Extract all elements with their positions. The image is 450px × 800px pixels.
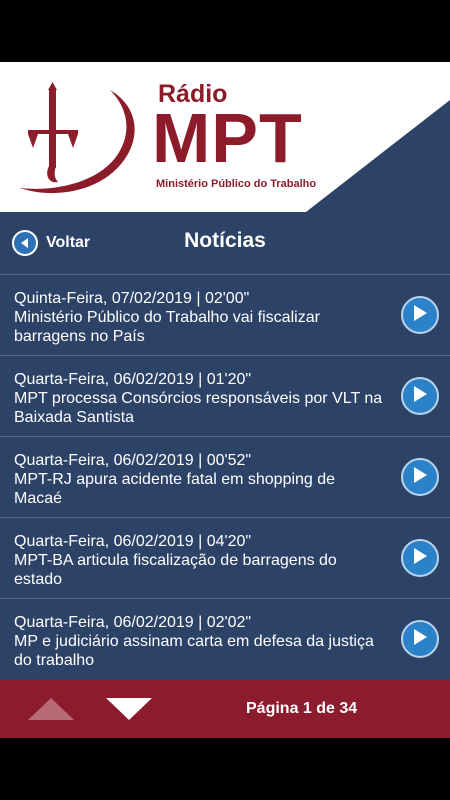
play-button[interactable] xyxy=(401,458,439,496)
news-date: Quarta-Feira, 06/02/2019 | 02'02" xyxy=(14,614,252,631)
page-indicator: Página 1 de 34 xyxy=(246,700,358,717)
news-title: MPT-RJ apura acidente fatal em shopping … xyxy=(14,471,336,507)
news-item[interactable]: Quinta-Feira, 07/02/2019 | 02'00" Minist… xyxy=(0,274,450,355)
news-text: Quarta-Feira, 06/02/2019 | 02'02" MP e j… xyxy=(14,613,384,670)
play-icon xyxy=(412,385,428,408)
play-button[interactable] xyxy=(401,620,439,658)
page-up-icon xyxy=(26,698,76,726)
news-title: MPT-BA articula fiscalização de barragen… xyxy=(14,552,337,588)
news-title: MPT processa Consórcios responsáveis por… xyxy=(14,390,383,426)
news-item[interactable]: Quarta-Feira, 06/02/2019 | 04'20" MPT-BA… xyxy=(0,517,450,598)
mpt-emblem-logo xyxy=(20,82,135,194)
brand-subtitle: Ministério Público do Trabalho xyxy=(156,178,317,190)
news-title: MP e judiciário assinam carta em defesa … xyxy=(14,633,374,669)
play-icon xyxy=(412,547,428,570)
play-icon xyxy=(412,466,428,489)
news-date: Quarta-Feira, 06/02/2019 | 00'52" xyxy=(14,452,252,469)
play-icon xyxy=(412,304,428,327)
page-down-icon xyxy=(104,698,154,726)
play-button[interactable] xyxy=(401,296,439,334)
news-text: Quinta-Feira, 07/02/2019 | 02'00" Minist… xyxy=(14,289,384,346)
news-item[interactable]: Quarta-Feira, 06/02/2019 | 00'52" MPT-RJ… xyxy=(0,436,450,517)
play-icon xyxy=(412,628,428,651)
page-down-button[interactable] xyxy=(104,696,154,727)
brand-mpt-wordmark: MPT xyxy=(152,99,303,177)
play-button[interactable] xyxy=(401,377,439,415)
news-item[interactable]: Quarta-Feira, 06/02/2019 | 01'20" MPT pr… xyxy=(0,355,450,436)
pagination-bar: Página 1 de 34 xyxy=(0,680,450,738)
news-item[interactable]: Quarta-Feira, 06/02/2019 | 02'02" MP e j… xyxy=(0,598,450,679)
news-text: Quarta-Feira, 06/02/2019 | 01'20" MPT pr… xyxy=(14,370,384,427)
news-date: Quinta-Feira, 07/02/2019 | 02'00" xyxy=(14,290,250,307)
page-up-button[interactable] xyxy=(26,696,76,727)
news-date: Quarta-Feira, 06/02/2019 | 01'20" xyxy=(14,371,252,388)
news-list: Quinta-Feira, 07/02/2019 | 02'00" Minist… xyxy=(0,274,450,679)
news-title: Ministério Público do Trabalho vai fisca… xyxy=(14,309,320,345)
status-bar xyxy=(0,0,450,62)
page-title: Notícias xyxy=(184,229,266,252)
news-date: Quarta-Feira, 06/02/2019 | 04'20" xyxy=(14,533,252,550)
navigation-bar xyxy=(0,738,450,800)
main-content: Voltar Notícias Quinta-Feira, 07/02/2019… xyxy=(0,212,450,680)
play-button[interactable] xyxy=(401,539,439,577)
news-text: Quarta-Feira, 06/02/2019 | 04'20" MPT-BA… xyxy=(14,532,384,589)
nav-bar: Voltar Notícias xyxy=(0,212,450,274)
news-text: Quarta-Feira, 06/02/2019 | 00'52" MPT-RJ… xyxy=(14,451,384,508)
